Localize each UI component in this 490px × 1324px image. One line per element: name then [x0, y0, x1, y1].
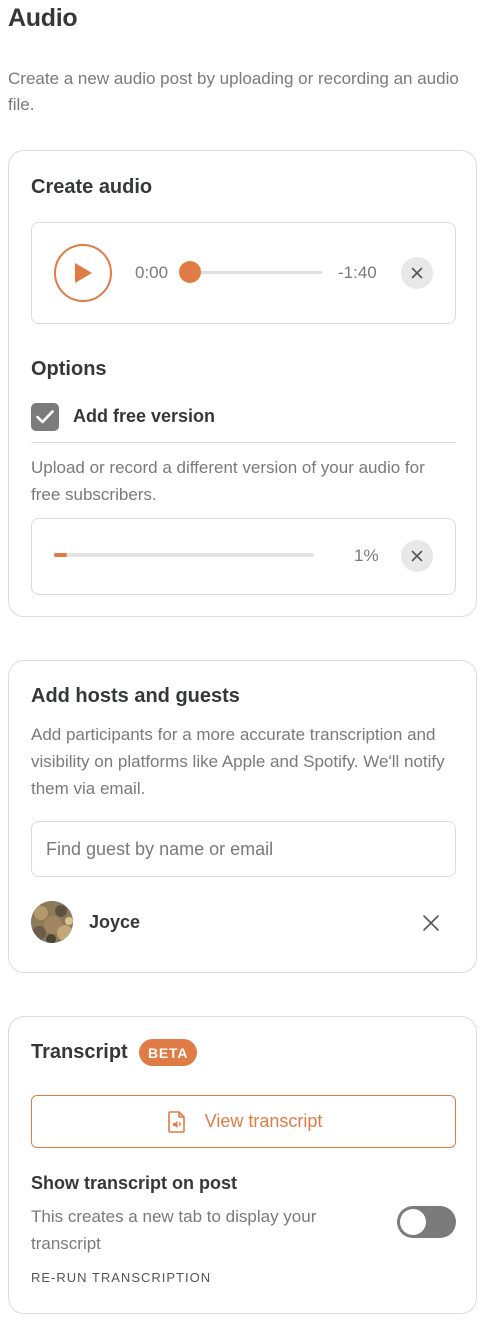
play-button[interactable] [54, 244, 112, 302]
seek-handle[interactable] [179, 261, 201, 283]
free-version-checkbox[interactable] [31, 403, 59, 431]
view-transcript-label: View transcript [204, 1111, 323, 1131]
close-icon [411, 550, 423, 562]
show-transcript-title: Show transcript on post [31, 1173, 238, 1193]
hosts-guests-card: Add hosts and guests Add participants fo… [8, 660, 477, 973]
show-transcript-help: This creates a new tab to display your t… [31, 1207, 317, 1253]
upload-percent: 1% [354, 546, 379, 565]
cancel-upload-button[interactable] [401, 540, 433, 572]
check-icon [36, 410, 54, 424]
hosts-description: Add participants for a more accurate tra… [31, 725, 445, 798]
create-audio-card: Create audio 0:00 -1:40 Options Add free… [8, 150, 477, 617]
guest-name: Joyce [89, 912, 141, 932]
options-title: Options [31, 358, 107, 380]
page-title: Audio [8, 4, 78, 32]
view-transcript-button[interactable]: View transcript [31, 1095, 456, 1148]
upload-progress-fill [54, 553, 67, 557]
remove-audio-button[interactable] [401, 257, 433, 289]
free-version-label: Add free version [73, 406, 216, 426]
seek-track[interactable] [190, 271, 322, 274]
current-time: 0:00 [135, 263, 169, 282]
options-divider [31, 442, 456, 443]
transcript-file-icon [167, 1110, 185, 1133]
free-version-help: Upload or record a different version of … [31, 458, 425, 504]
audio-player: 0:00 -1:40 [31, 222, 456, 324]
create-audio-title: Create audio [31, 176, 153, 198]
hosts-title: Add hosts and guests [31, 685, 240, 707]
avatar [31, 901, 73, 943]
play-icon [75, 263, 92, 283]
close-icon [423, 915, 439, 931]
toggle-knob [400, 1209, 426, 1235]
remove-guest-button[interactable] [417, 909, 445, 937]
show-transcript-toggle[interactable] [397, 1206, 456, 1238]
free-version-upload: 1% [31, 518, 456, 595]
transcript-card: Transcript BETA View transcript Show tra… [8, 1016, 477, 1314]
rerun-transcription-link[interactable]: RE-RUN TRANSCRIPTION [31, 1270, 211, 1285]
page-description: Create a new audio post by uploading or … [8, 69, 459, 114]
remaining-time: -1:40 [338, 263, 377, 282]
transcript-title: Transcript [31, 1041, 128, 1063]
close-icon [411, 267, 423, 279]
upload-progress-track [54, 553, 314, 557]
beta-badge: BETA [139, 1039, 198, 1066]
guest-search-input[interactable] [31, 821, 456, 877]
